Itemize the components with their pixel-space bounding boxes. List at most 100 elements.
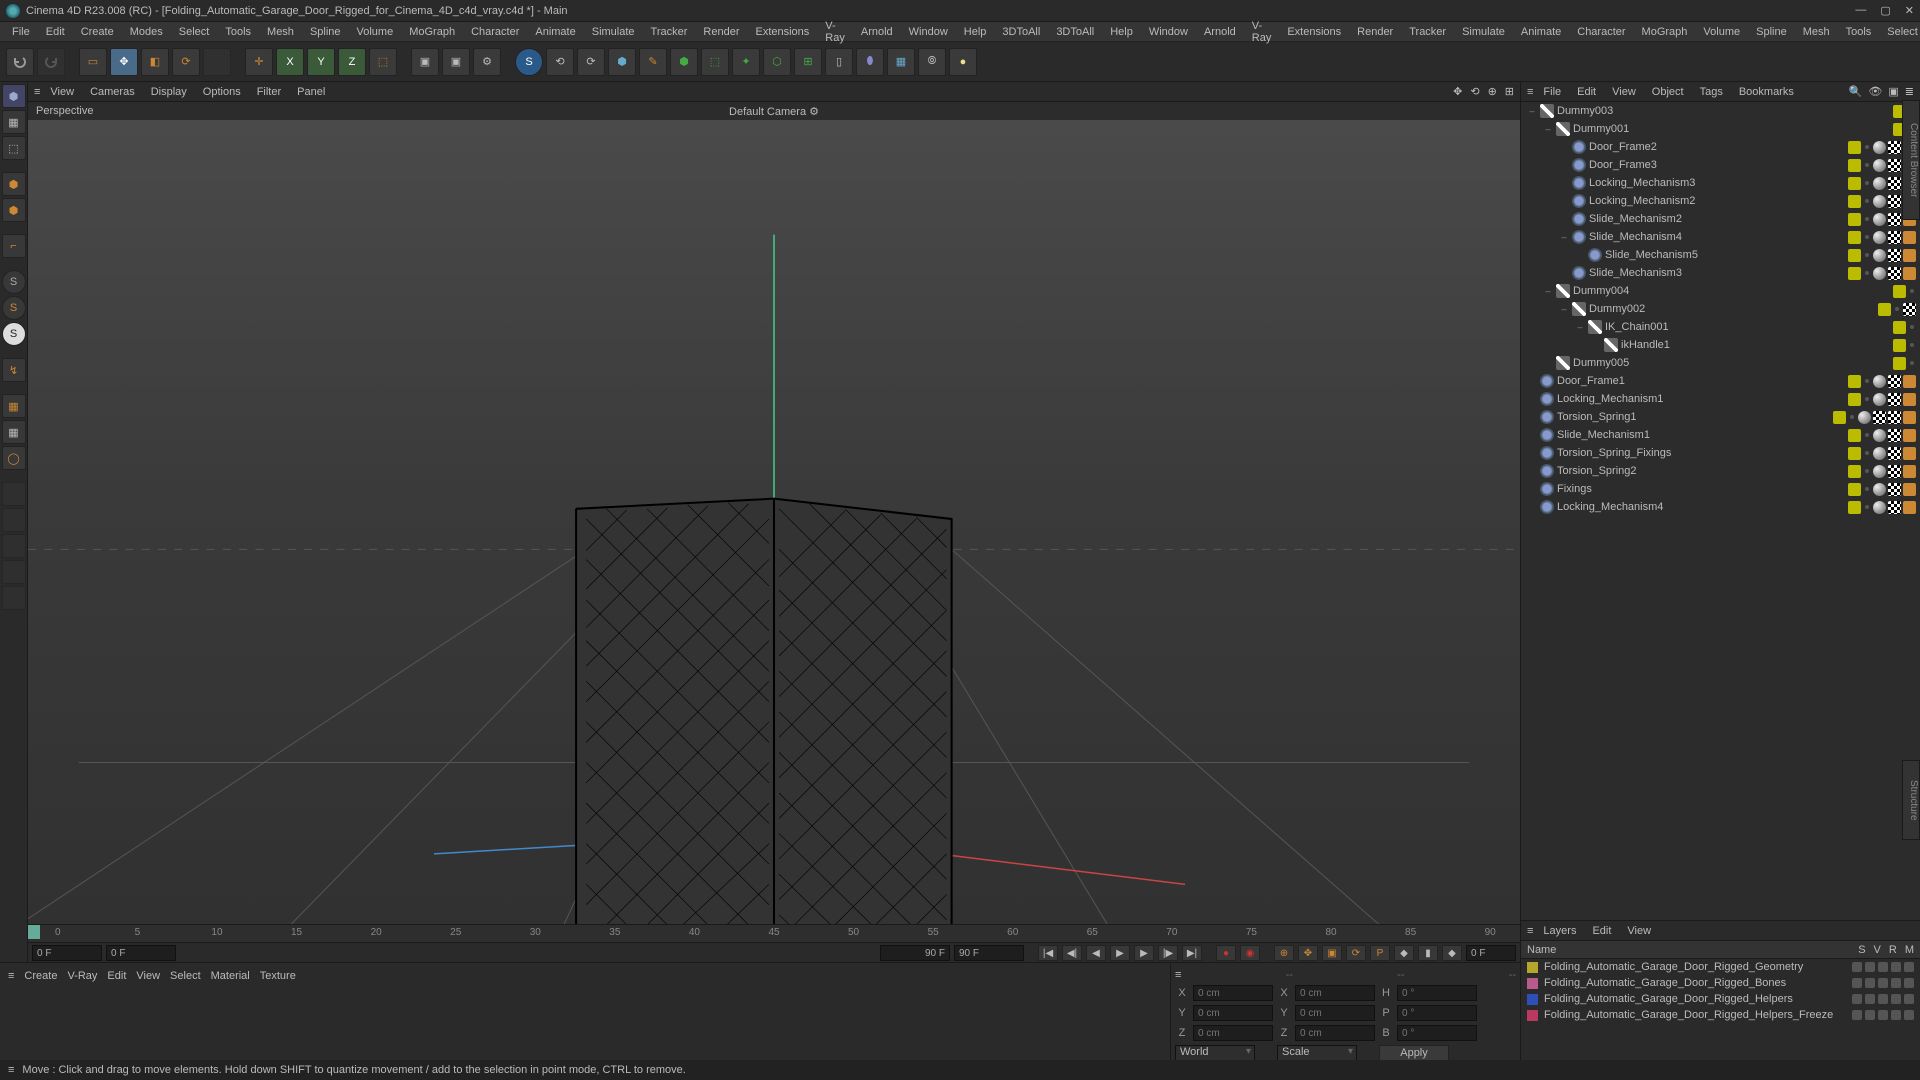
render-region-button[interactable]: ▣ <box>442 48 470 76</box>
autokey-button[interactable]: ◉ <box>1240 945 1260 961</box>
tree-item[interactable]: –Dummy001 <box>1521 120 1920 138</box>
misc-c-button[interactable] <box>2 534 26 558</box>
layer-toggle[interactable] <box>1865 994 1875 1004</box>
tag-vis[interactable] <box>1848 375 1861 388</box>
key-pla-button[interactable]: ⟳ <box>1346 945 1366 961</box>
tag-dot[interactable] <box>1865 451 1869 455</box>
deformer-icon[interactable]: ✦ <box>732 48 760 76</box>
tag-dot[interactable] <box>1865 397 1869 401</box>
vp-maximize-icon[interactable]: ⊞ <box>1505 85 1514 98</box>
layer-toggle[interactable] <box>1852 994 1862 1004</box>
menu-window[interactable]: Window <box>903 24 954 40</box>
viewport-menu-icon[interactable]: ≡ <box>34 86 40 98</box>
tag-dot[interactable] <box>1850 415 1854 419</box>
tag-mat[interactable] <box>1873 231 1886 244</box>
tag-mat[interactable] <box>1873 393 1886 406</box>
menu-tools[interactable]: Tools <box>1840 24 1878 40</box>
isoline-button[interactable]: ◯ <box>2 446 26 470</box>
key-pos-button[interactable]: ⊕ <box>1274 945 1294 961</box>
tag-org[interactable] <box>1903 483 1916 496</box>
tag-vis[interactable] <box>1893 339 1906 352</box>
menu-simulate[interactable]: Simulate <box>586 24 641 40</box>
tag-org[interactable] <box>1903 231 1916 244</box>
menu-mograph[interactable]: MoGraph <box>1636 24 1694 40</box>
tree-item[interactable]: Fixings <box>1521 480 1920 498</box>
layer-toggle[interactable] <box>1878 978 1888 988</box>
layer-toggle[interactable] <box>1878 1010 1888 1020</box>
floor-icon[interactable]: ▦ <box>887 48 915 76</box>
render-settings-button[interactable]: ⚙ <box>473 48 501 76</box>
tag-vis[interactable] <box>1848 483 1861 496</box>
menu-mesh[interactable]: Mesh <box>1797 24 1836 40</box>
tag-dot[interactable] <box>1865 271 1869 275</box>
key-param-button[interactable]: P <box>1370 945 1390 961</box>
crosshair-icon[interactable]: ✛ <box>245 48 273 76</box>
tag-mat[interactable] <box>1873 447 1886 460</box>
rot-h-field[interactable] <box>1397 985 1477 1001</box>
tag-org[interactable] <box>1903 375 1916 388</box>
tree-item[interactable]: Slide_Mechanism5 <box>1521 246 1920 264</box>
tree-item[interactable]: Torsion_Spring2 <box>1521 462 1920 480</box>
lock-x-button[interactable]: X <box>276 48 304 76</box>
tag-chk[interactable] <box>1888 483 1901 496</box>
tag-mat[interactable] <box>1873 267 1886 280</box>
lock-z-button[interactable]: Z <box>338 48 366 76</box>
tree-item[interactable]: –Dummy003 <box>1521 102 1920 120</box>
viewport-solo-button[interactable]: ▦ <box>2 394 26 418</box>
timeline-start-field[interactable] <box>32 945 102 961</box>
tag-chk[interactable] <box>1888 159 1901 172</box>
vp-menu-view[interactable]: View <box>44 84 80 100</box>
tag-mat[interactable] <box>1873 375 1886 388</box>
menu-render[interactable]: Render <box>697 24 745 40</box>
menu-character[interactable]: Character <box>1571 24 1631 40</box>
pos-z-field[interactable] <box>1193 1025 1273 1041</box>
pos-x-field[interactable] <box>1193 985 1273 1001</box>
layer-toggle[interactable] <box>1904 978 1914 988</box>
expand-toggle[interactable]: – <box>1575 322 1585 332</box>
layers-menu-icon[interactable]: ≡ <box>1527 925 1533 937</box>
mm-menu-material[interactable]: Material <box>211 970 250 982</box>
tag-mat[interactable] <box>1873 501 1886 514</box>
vp-pan-icon[interactable]: ✥ <box>1453 85 1462 98</box>
tag-dot[interactable] <box>1910 361 1914 365</box>
tag-mat[interactable] <box>1873 177 1886 190</box>
tag-vis[interactable] <box>1833 411 1846 424</box>
tweak-button[interactable]: ↯ <box>2 358 26 382</box>
tag-vis[interactable] <box>1893 357 1906 370</box>
menu-file[interactable]: File <box>6 24 36 40</box>
tag-chk[interactable] <box>1903 303 1916 316</box>
vp-menu-display[interactable]: Display <box>145 84 193 100</box>
om-menu-object[interactable]: Object <box>1646 84 1690 100</box>
misc-a-button[interactable] <box>2 482 26 506</box>
tag-chk[interactable] <box>1888 429 1901 442</box>
tag-mat[interactable] <box>1873 429 1886 442</box>
vp-menu-options[interactable]: Options <box>197 84 247 100</box>
mm-menu-view[interactable]: View <box>136 970 160 982</box>
tree-item[interactable]: Door_Frame3 <box>1521 156 1920 174</box>
menu-select[interactable]: Select <box>173 24 216 40</box>
render-view-button[interactable]: ▣ <box>411 48 439 76</box>
layer-toggle[interactable] <box>1852 1010 1862 1020</box>
om-menu-view[interactable]: View <box>1606 84 1642 100</box>
size-y-field[interactable] <box>1295 1005 1375 1021</box>
menu-spline[interactable]: Spline <box>304 24 347 40</box>
mm-menu-texture[interactable]: Texture <box>260 970 296 982</box>
om-menu-tags[interactable]: Tags <box>1694 84 1729 100</box>
edge-mode-button[interactable]: ⌐ <box>2 234 26 258</box>
tree-item[interactable]: ikHandle1 <box>1521 336 1920 354</box>
tag-dot[interactable] <box>1910 289 1914 293</box>
playhead[interactable] <box>28 925 40 939</box>
prev-frame-button[interactable]: ◀ <box>1086 945 1106 961</box>
tag-chk[interactable] <box>1888 411 1901 424</box>
menu-mesh[interactable]: Mesh <box>261 24 300 40</box>
layer-toggle[interactable] <box>1891 1010 1901 1020</box>
instance-icon[interactable]: ⬚ <box>701 48 729 76</box>
cloner-icon[interactable]: ⊞ <box>794 48 822 76</box>
current-frame-field[interactable] <box>1466 945 1516 961</box>
tag-org[interactable] <box>1903 447 1916 460</box>
vp-rotate-icon[interactable]: ⊕ <box>1488 85 1497 98</box>
minimize-button[interactable]: — <box>1855 4 1866 17</box>
vray-icon[interactable]: S <box>515 48 543 76</box>
tag-dot[interactable] <box>1865 181 1869 185</box>
vp-zoom-icon[interactable]: ⟲ <box>1470 85 1479 98</box>
